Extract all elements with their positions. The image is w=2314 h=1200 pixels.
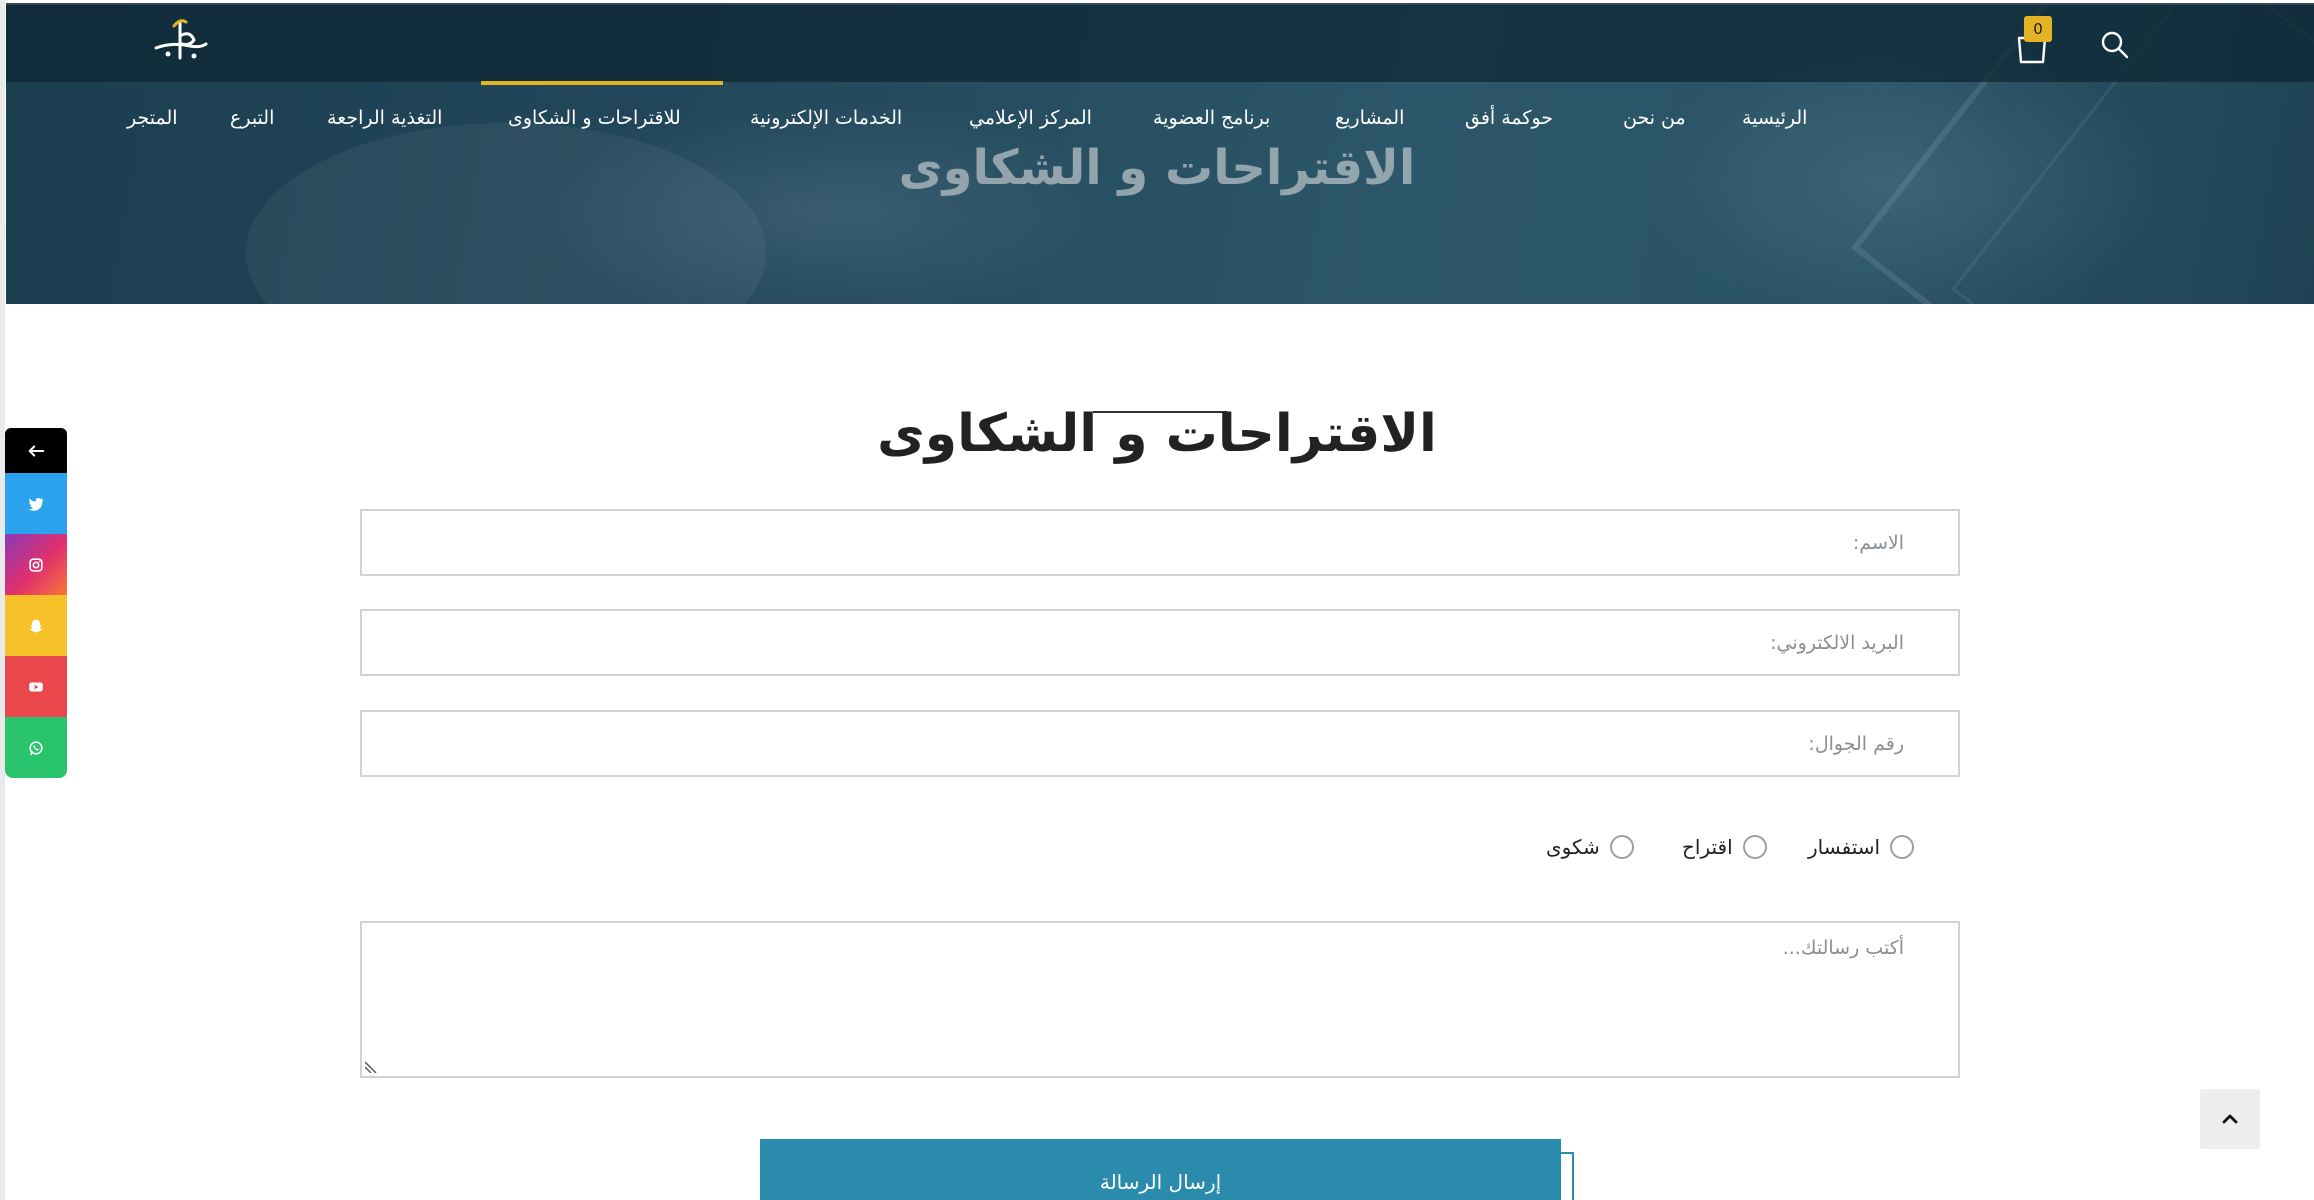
snapchat-icon[interactable] — [5, 595, 67, 656]
instagram-icon[interactable] — [5, 534, 67, 595]
radio-circle[interactable] — [1742, 835, 1767, 859]
form-title: الاقتراحات و الشكاوى — [877, 404, 1437, 464]
logo[interactable] — [150, 12, 210, 68]
name-input[interactable] — [362, 511, 1958, 574]
youtube-icon[interactable] — [5, 656, 67, 717]
message-textarea[interactable] — [362, 923, 1958, 1076]
resize-handle-icon[interactable] — [365, 1061, 377, 1073]
scroll-to-top-button[interactable] — [2200, 1089, 2260, 1149]
nav-item-about[interactable]: من نحن — [1623, 90, 1686, 146]
radio-circle[interactable] — [1890, 835, 1915, 859]
message-type-group: استفسار اقتراح شكوى — [0, 830, 2314, 864]
social-sidebar — [5, 428, 67, 778]
radio-complaint[interactable]: شكوى — [1546, 830, 1634, 864]
main-nav: الرئيسية من نحن حوكمة أفق المشاريع برنام… — [0, 90, 2314, 146]
nav-item-media[interactable]: المركز الإعلامي — [969, 90, 1092, 146]
radio-suggestion[interactable]: اقتراح — [1682, 830, 1767, 864]
radio-label: اقتراح — [1682, 835, 1733, 859]
radio-circle[interactable] — [1609, 835, 1634, 859]
name-field — [360, 509, 1960, 576]
phone-field — [360, 710, 1960, 777]
twitter-icon[interactable] — [5, 473, 67, 534]
search-icon[interactable] — [2098, 28, 2132, 62]
nav-item-store[interactable]: المتجر — [127, 90, 178, 146]
nav-item-governance[interactable]: حوكمة أفق — [1465, 90, 1553, 146]
hero-title: الاقتراحات و الشكاوى — [898, 140, 1416, 196]
phone-input[interactable] — [362, 712, 1958, 775]
whatsapp-icon[interactable] — [5, 717, 67, 778]
nav-active-indicator — [481, 81, 723, 85]
nav-item-eservices[interactable]: الخدمات الإلكترونية — [750, 90, 902, 146]
cart-count-badge: 0 — [2024, 16, 2052, 42]
nav-item-complaints[interactable]: للاقتراحات و الشكاوى — [508, 90, 681, 146]
email-input[interactable] — [362, 611, 1958, 674]
nav-item-donate[interactable]: التبرع — [230, 90, 274, 146]
radio-label: شكوى — [1546, 835, 1600, 859]
nav-item-feedback[interactable]: التغذية الراجعة — [327, 90, 442, 146]
email-field — [360, 609, 1960, 676]
page: { "header": { "cart_count": "0", "nav": … — [0, 0, 2314, 1200]
radio-label: استفسار — [1808, 835, 1881, 859]
chevron-up-icon — [2222, 1114, 2238, 1124]
header-bar — [6, 3, 2314, 82]
nav-item-membership[interactable]: برنامج العضوية — [1153, 90, 1270, 146]
submit-button[interactable]: إرسال الرسالة — [760, 1139, 1561, 1200]
radio-inquiry[interactable]: استفسار — [1808, 830, 1915, 864]
nav-item-projects[interactable]: المشاريع — [1335, 90, 1404, 146]
nav-item-home[interactable]: الرئيسية — [1742, 90, 1807, 146]
message-field — [360, 921, 1960, 1078]
